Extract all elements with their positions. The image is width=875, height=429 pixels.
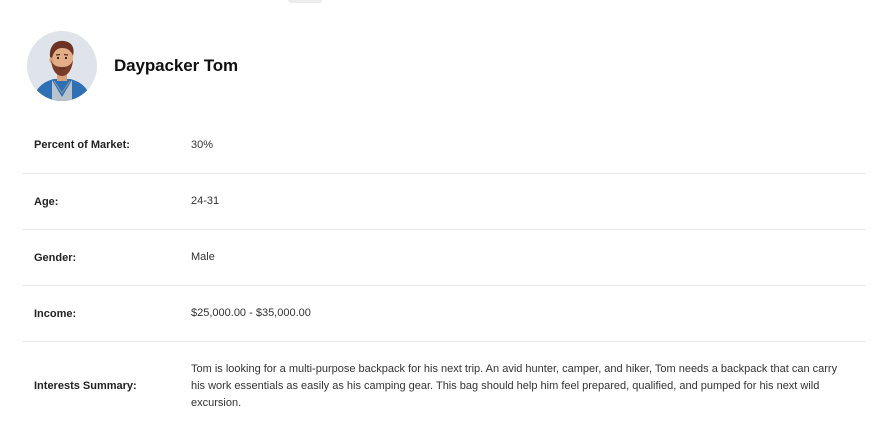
- persona-details-table: Percent of Market: 30% Age: 24-31 Gender…: [22, 117, 866, 429]
- detail-row-income: Income: $25,000.00 - $35,000.00: [22, 286, 866, 342]
- detail-value: $25,000.00 - $35,000.00: [191, 307, 311, 319]
- persona-header: Daypacker Tom: [27, 31, 238, 101]
- persona-card: Daypacker Tom Percent of Market: 30% Age…: [0, 0, 875, 429]
- detail-value: Tom is looking for a multi-purpose backp…: [191, 362, 838, 409]
- detail-label: Gender:: [34, 251, 77, 264]
- detail-label: Income:: [34, 307, 77, 320]
- scroll-hint: [288, 0, 322, 3]
- detail-value: 30%: [191, 138, 214, 151]
- detail-label: Age:: [34, 195, 59, 208]
- man-with-beard-avatar-icon: [27, 31, 97, 101]
- detail-label: Interests Summary:: [34, 380, 137, 392]
- detail-row-interests-summary: Interests Summary: Tom is looking for a …: [22, 342, 866, 429]
- avatar: [27, 31, 97, 101]
- detail-row-gender: Gender: Male: [22, 230, 866, 286]
- persona-name: Daypacker Tom: [114, 56, 239, 75]
- detail-row-percent-of-market: Percent of Market: 30%: [22, 117, 866, 174]
- detail-value: 24-31: [191, 195, 220, 207]
- detail-label: Percent of Market:: [34, 139, 130, 151]
- detail-value: Male: [191, 251, 215, 263]
- detail-row-age: Age: 24-31: [22, 174, 866, 230]
